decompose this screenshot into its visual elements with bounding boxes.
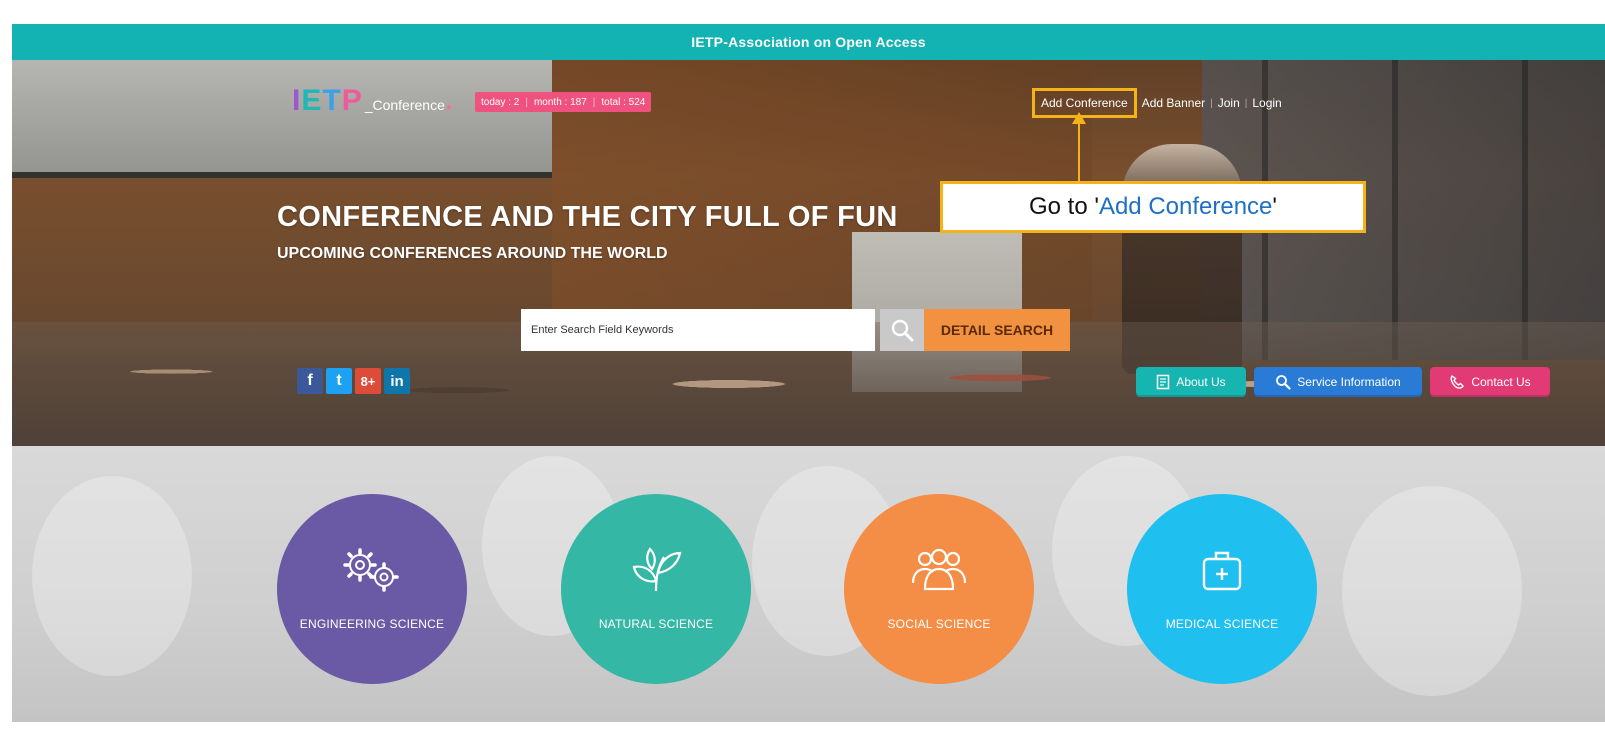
- twitter-icon[interactable]: t: [326, 368, 352, 394]
- login-link[interactable]: Login: [1247, 96, 1286, 110]
- logo-letter: P: [341, 84, 363, 117]
- top-banner-title: IETP-Association on Open Access: [691, 34, 926, 50]
- callout-prefix: Go to ': [1029, 193, 1099, 220]
- about-us-label: About Us: [1176, 375, 1226, 389]
- logo-letter: T: [322, 84, 342, 117]
- search-icon: [1276, 375, 1291, 390]
- page: IETP-Association on Open Access IETP _Co…: [12, 24, 1605, 722]
- counter-today: today : 2: [481, 96, 520, 108]
- add-banner-link[interactable]: Add Banner: [1137, 96, 1210, 110]
- contact-us-label: Contact Us: [1471, 375, 1531, 389]
- category-medical-science[interactable]: MEDICAL SCIENCE: [1127, 494, 1317, 684]
- top-banner: IETP-Association on Open Access: [12, 24, 1605, 60]
- facebook-icon[interactable]: f: [297, 368, 323, 394]
- counter-month: month : 187: [533, 96, 587, 108]
- logo-letter: E: [301, 84, 323, 117]
- social-links: f t 8+ in: [297, 368, 410, 394]
- category-engineering-science[interactable]: ENGINEERING SCIENCE: [277, 494, 467, 684]
- search-icon: [891, 319, 914, 342]
- logo-letter: I: [292, 84, 302, 117]
- visitor-counter: today : 2 | month : 187 | total : 524: [475, 92, 652, 112]
- search-button[interactable]: [880, 309, 924, 351]
- annotation-arrow: [1078, 117, 1080, 181]
- counter-separator: |: [592, 96, 596, 108]
- category-section: [12, 446, 1605, 722]
- about-us-button[interactable]: About Us: [1136, 367, 1246, 397]
- category-label: SOCIAL SCIENCE: [887, 617, 991, 631]
- category-label: MEDICAL SCIENCE: [1165, 617, 1279, 631]
- medical-kit-icon: [1202, 551, 1242, 591]
- service-information-label: Service Information: [1297, 375, 1401, 389]
- detail-search-button[interactable]: DETAIL SEARCH: [924, 309, 1070, 351]
- background-crowd-shape: [32, 476, 192, 676]
- search-input[interactable]: [521, 309, 875, 351]
- category-natural-science[interactable]: NATURAL SCIENCE: [561, 494, 751, 684]
- linkedin-icon[interactable]: in: [384, 368, 410, 394]
- top-nav: Add Conference Add Banner | Join | Login: [1032, 88, 1287, 118]
- callout-suffix: ': [1272, 193, 1277, 220]
- logo-mark: IETP: [292, 84, 363, 118]
- gears-icon: [343, 548, 399, 592]
- hero-subheadline: UPCOMING CONFERENCES AROUND THE WORLD: [277, 245, 668, 262]
- callout-highlight: Add Conference: [1098, 193, 1273, 220]
- handset-icon: [1450, 375, 1465, 389]
- join-link[interactable]: Join: [1213, 96, 1245, 110]
- counter-total: total : 524: [601, 96, 646, 108]
- counter-separator: |: [525, 96, 528, 108]
- logo-text: _Conference: [364, 97, 445, 113]
- service-information-button[interactable]: Service Information: [1254, 367, 1422, 397]
- google-plus-icon[interactable]: 8+: [355, 368, 381, 394]
- background-crowd-shape: [1342, 486, 1522, 696]
- category-label: ENGINEERING SCIENCE: [299, 617, 445, 631]
- logo-dot: ●: [445, 102, 452, 113]
- annotation-callout: Go to ' Add Conference ': [940, 181, 1366, 233]
- category-label: NATURAL SCIENCE: [598, 617, 714, 631]
- people-icon: [911, 548, 967, 591]
- contact-us-button[interactable]: Contact Us: [1430, 367, 1550, 397]
- plant-icon: [632, 547, 682, 592]
- site-logo[interactable]: IETP _Conference ●: [292, 84, 452, 118]
- hero-headline: CONFERENCE AND THE CITY FULL OF FUN: [277, 201, 898, 233]
- category-social-science[interactable]: SOCIAL SCIENCE: [844, 494, 1034, 684]
- document-icon: [1157, 374, 1170, 390]
